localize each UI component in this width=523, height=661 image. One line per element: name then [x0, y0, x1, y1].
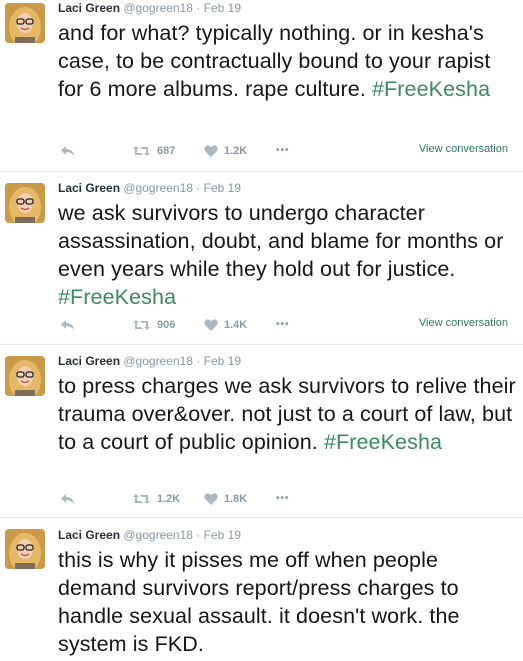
like-count: 1.8K [224, 493, 248, 505]
tweet-body: we ask survivors to undergo character as… [58, 201, 504, 281]
tweet-header: Laci Green @gogreen18 · Feb 19 [58, 0, 241, 16]
more-button[interactable]: ••• [276, 493, 290, 504]
tweet-body: this is why it pisses me off when people… [58, 548, 460, 656]
separator: · [196, 528, 201, 542]
hashtag-link[interactable]: #FreeKesha [372, 77, 490, 101]
tweet[interactable]: Laci Green @gogreen18 · Feb 19 and for w… [0, 0, 523, 172]
like-count: 1.4K [224, 319, 248, 331]
retweet-button[interactable]: 687 [132, 145, 175, 157]
author-handle[interactable]: @gogreen18 [123, 1, 193, 15]
like-button[interactable]: 1.8K [204, 493, 247, 505]
heart-icon [204, 145, 218, 157]
retweet-icon [133, 146, 150, 156]
tweet-actions: 906 1.4K ••• View conversation [58, 317, 518, 337]
author-handle[interactable]: @gogreen18 [123, 354, 193, 368]
tweet-header: Laci Green @gogreen18 · Feb 19 [58, 527, 241, 543]
hashtag-link[interactable]: #FreeKesha [324, 430, 442, 454]
author-name[interactable]: Laci Green [58, 354, 120, 368]
tweet-text: this is why it pisses me off when people… [58, 546, 518, 658]
heart-icon [204, 319, 218, 331]
tweet[interactable]: Laci Green @gogreen18 · Feb 19 we ask su… [0, 172, 523, 345]
tweet-actions: 687 1.2K ••• View conversation [58, 143, 518, 163]
author-name[interactable]: Laci Green [58, 528, 120, 542]
reply-button[interactable] [60, 319, 76, 331]
more-icon: ••• [276, 493, 290, 504]
tweet-text: we ask survivors to undergo character as… [58, 199, 518, 311]
view-conversation-link[interactable]: View conversation [419, 317, 508, 329]
author-name[interactable]: Laci Green [58, 181, 120, 195]
more-icon: ••• [276, 145, 290, 156]
tweet-date[interactable]: Feb 19 [204, 1, 241, 15]
tweet-date[interactable]: Feb 19 [204, 354, 241, 368]
tweet-text: and for what? typically nothing. or in k… [58, 19, 518, 103]
more-icon: ••• [276, 319, 290, 330]
view-conversation-link[interactable]: View conversation [419, 143, 508, 155]
retweet-count: 687 [157, 145, 176, 157]
retweet-count: 1.2K [157, 493, 181, 505]
tweet-date[interactable]: Feb 19 [204, 181, 241, 195]
like-button[interactable]: 1.4K [204, 319, 247, 331]
avatar[interactable] [5, 183, 45, 223]
heart-icon [204, 493, 218, 505]
more-button[interactable]: ••• [276, 145, 290, 156]
retweet-icon [133, 320, 150, 330]
tweet-actions: 1.2K 1.8K ••• [58, 493, 518, 511]
tweet-body: to press charges we ask survivors to rel… [58, 374, 516, 454]
separator: · [196, 1, 201, 15]
reply-icon [61, 320, 74, 330]
retweet-button[interactable]: 1.2K [132, 493, 180, 505]
reply-button[interactable] [60, 145, 76, 157]
reply-icon [61, 494, 74, 504]
tweet-feed: Laci Green @gogreen18 · Feb 19 and for w… [0, 0, 523, 661]
tweet-date[interactable]: Feb 19 [204, 528, 241, 542]
hashtag-link[interactable]: #FreeKesha [58, 285, 176, 309]
tweet-text: to press charges we ask survivors to rel… [58, 372, 518, 456]
separator: · [196, 181, 201, 195]
tweet-header: Laci Green @gogreen18 · Feb 19 [58, 180, 241, 196]
author-handle[interactable]: @gogreen18 [123, 181, 193, 195]
avatar[interactable] [5, 356, 45, 396]
reply-icon [61, 146, 74, 156]
more-button[interactable]: ••• [276, 319, 290, 330]
like-count: 1.2K [224, 145, 248, 157]
separator: · [196, 354, 201, 368]
avatar[interactable] [5, 3, 45, 43]
like-button[interactable]: 1.2K [204, 145, 247, 157]
retweet-count: 906 [157, 319, 176, 331]
tweet[interactable]: Laci Green @gogreen18 · Feb 19 to press … [0, 345, 523, 518]
author-handle[interactable]: @gogreen18 [123, 528, 193, 542]
retweet-icon [133, 494, 150, 504]
tweet-header: Laci Green @gogreen18 · Feb 19 [58, 353, 241, 369]
avatar[interactable] [5, 529, 45, 569]
author-name[interactable]: Laci Green [58, 1, 120, 15]
retweet-button[interactable]: 906 [132, 319, 175, 331]
tweet[interactable]: Laci Green @gogreen18 · Feb 19 this is w… [0, 518, 523, 661]
reply-button[interactable] [60, 493, 76, 505]
